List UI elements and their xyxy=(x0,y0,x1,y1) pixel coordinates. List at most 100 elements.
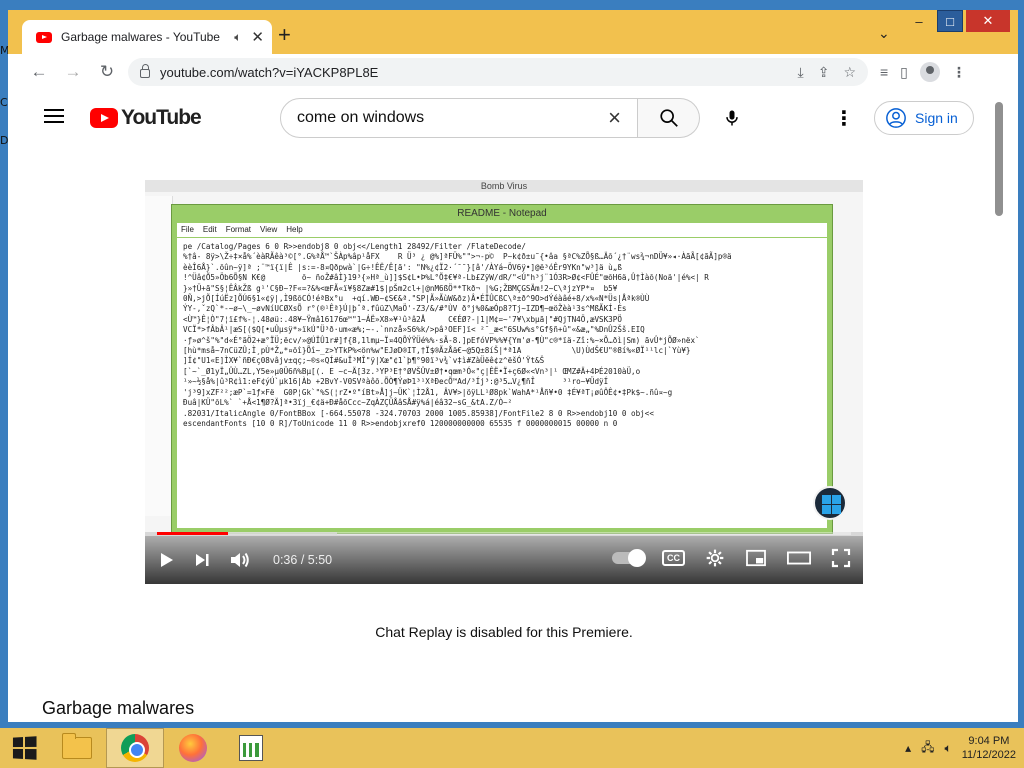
player-controls: 0:36 / 5:50 CC xyxy=(145,536,863,584)
play-icon xyxy=(161,553,173,567)
search-button[interactable] xyxy=(638,98,700,138)
taskbar-chart-app[interactable] xyxy=(222,728,280,768)
share-icon[interactable]: ⇪ xyxy=(818,64,830,81)
url-text[interactable]: youtube.com/watch?v=iYACKP8PL8E xyxy=(160,65,798,80)
system-tray: ▴ 🖧︎ 🔈︎ 9:04 PM 11/12/2022 xyxy=(905,728,1016,768)
maximize-button[interactable]: □ xyxy=(937,10,963,32)
speaker-icon[interactable]: 🔈︎ xyxy=(234,30,241,45)
title-bar: Garbage malwares - YouTube 🔈︎ ✕ + ⌄ – □ … xyxy=(8,10,1018,54)
settings-more-icon[interactable]: ⋮ xyxy=(834,106,854,131)
time-current: 0:36 xyxy=(273,553,298,567)
autoplay-toggle[interactable] xyxy=(612,549,646,567)
back-arrow-icon[interactable]: ← xyxy=(22,62,56,82)
install-app-icon[interactable]: ⤓ xyxy=(798,64,804,81)
page-content: YouTube come on windows × ⋮ Sign in Bomb… xyxy=(8,90,1018,722)
youtube-logo-text: YouTube xyxy=(121,106,202,129)
folder-icon xyxy=(62,733,92,759)
sign-in-label: Sign in xyxy=(915,110,958,126)
toolbar-right: ≡ ▯ ⋮ xyxy=(880,62,966,82)
chrome-icon xyxy=(121,734,149,762)
hamburger-menu-icon[interactable] xyxy=(44,109,64,123)
taskbar: ▴ 🖧︎ 🔈︎ 9:04 PM 11/12/2022 xyxy=(0,728,1024,768)
browser-toolbar: ← → ↻ youtube.com/watch?v=iYACKP8PL8E ⤓ … xyxy=(8,54,1018,90)
forward-arrow-icon[interactable]: → xyxy=(56,62,90,82)
browser-window: Garbage malwares - YouTube 🔈︎ ✕ + ⌄ – □ … xyxy=(8,10,1018,722)
clock[interactable]: 9:04 PM 11/12/2022 xyxy=(962,734,1016,762)
new-tab-button[interactable]: + xyxy=(278,24,291,46)
time-separator: / xyxy=(297,553,308,567)
chrome-menu-icon[interactable]: ⋮ xyxy=(952,64,966,81)
notepad-menu-item: Format xyxy=(225,225,252,234)
next-track-icon xyxy=(196,554,209,566)
profile-avatar-icon[interactable] xyxy=(919,62,940,82)
bookmark-star-icon[interactable]: ☆ xyxy=(843,64,856,81)
notepad-menu-item: Help xyxy=(286,225,303,234)
player-controls-right: CC xyxy=(612,548,851,568)
time-total: 5:50 xyxy=(307,553,333,567)
notepad-menu: File Edit Format View Help xyxy=(177,223,827,237)
notepad-menu-item: Edit xyxy=(202,225,217,234)
start-button[interactable] xyxy=(0,728,48,768)
search-input[interactable]: come on windows × xyxy=(280,98,638,138)
time-display: 0:36 / 5:50 xyxy=(273,553,332,567)
notepad-window: README - Notepad File Edit Format View H… xyxy=(171,204,833,534)
voice-search-button[interactable] xyxy=(712,98,752,138)
taskbar-firefox[interactable] xyxy=(164,728,222,768)
video-frame-sidebar xyxy=(145,196,173,516)
firefox-icon xyxy=(179,734,207,762)
close-window-button[interactable]: ✕ xyxy=(966,10,1010,32)
notepad-menu-item: File xyxy=(181,225,194,234)
settings-gear-icon[interactable] xyxy=(705,548,725,568)
window-controls: – □ ✕ xyxy=(904,10,1010,32)
media-queue-icon[interactable]: ≡ xyxy=(880,64,888,80)
search-icon xyxy=(659,109,678,127)
youtube-favicon-icon xyxy=(36,31,52,43)
youtube-logo[interactable]: YouTube xyxy=(90,106,202,130)
captions-button[interactable]: CC xyxy=(662,550,685,566)
notepad-title: README - Notepad xyxy=(457,208,547,219)
address-bar[interactable]: youtube.com/watch?v=iYACKP8PL8E ⤓ ⇪ ☆ xyxy=(128,58,868,86)
show-hidden-icons-chevron-icon[interactable]: ▴ xyxy=(905,741,911,755)
video-frame-title: Bomb Virus xyxy=(145,180,863,192)
reload-icon[interactable]: ↻ xyxy=(90,62,124,82)
mute-button[interactable] xyxy=(229,551,251,569)
windows-start-icon xyxy=(12,736,37,760)
taskbar-file-explorer[interactable] xyxy=(48,728,106,768)
browser-tab[interactable]: Garbage malwares - YouTube 🔈︎ ✕ xyxy=(22,20,272,54)
windows-logo-icon xyxy=(813,486,847,520)
chart-app-icon xyxy=(239,735,263,761)
desktop-label: C xyxy=(0,96,8,109)
progress-played xyxy=(157,532,228,535)
fullscreen-icon[interactable] xyxy=(831,548,851,568)
search-query[interactable]: come on windows xyxy=(297,109,608,127)
clock-date: 11/12/2022 xyxy=(961,749,1016,761)
notepad-text: pe /Catalog/Pages 6 0 R>>endobj8 0 obj<<… xyxy=(177,238,827,528)
youtube-header: YouTube come on windows × ⋮ Sign in xyxy=(8,90,993,146)
side-panel-icon[interactable]: ▯ xyxy=(900,64,908,81)
speaker-volume-icon[interactable]: 🔈︎ xyxy=(945,741,952,756)
account-circle-icon xyxy=(886,108,906,128)
clock-time: 9:04 PM xyxy=(968,735,1010,747)
microphone-icon xyxy=(726,110,738,126)
play-button[interactable] xyxy=(157,551,175,569)
video-title: Garbage malwares xyxy=(42,698,195,718)
lock-icon[interactable] xyxy=(140,64,150,78)
chat-replay-notice: Chat Replay is disabled for this Premier… xyxy=(375,624,633,640)
tab-search-chevron-icon[interactable]: ⌄ xyxy=(878,25,890,42)
volume-icon xyxy=(231,552,249,568)
youtube-play-logo-icon xyxy=(90,108,118,128)
clear-search-icon[interactable]: × xyxy=(608,105,621,131)
theater-mode-icon[interactable] xyxy=(787,550,811,566)
sign-in-button[interactable]: Sign in xyxy=(874,101,974,135)
tab-close-icon[interactable]: ✕ xyxy=(251,28,264,46)
tab-title: Garbage malwares - YouTube xyxy=(61,30,220,44)
next-button[interactable] xyxy=(193,551,211,569)
video-player[interactable]: Bomb Virus README - Notepad File Edit Fo… xyxy=(145,180,863,584)
network-icon[interactable]: 🖧︎ xyxy=(921,738,934,759)
taskbar-chrome[interactable] xyxy=(106,728,164,768)
notepad-menu-item: View xyxy=(260,225,278,234)
scrollbar-thumb[interactable] xyxy=(995,102,1003,216)
minimize-button[interactable]: – xyxy=(904,10,934,32)
address-bar-actions: ⤓ ⇪ ☆ xyxy=(798,64,857,81)
miniplayer-icon[interactable] xyxy=(745,549,767,567)
